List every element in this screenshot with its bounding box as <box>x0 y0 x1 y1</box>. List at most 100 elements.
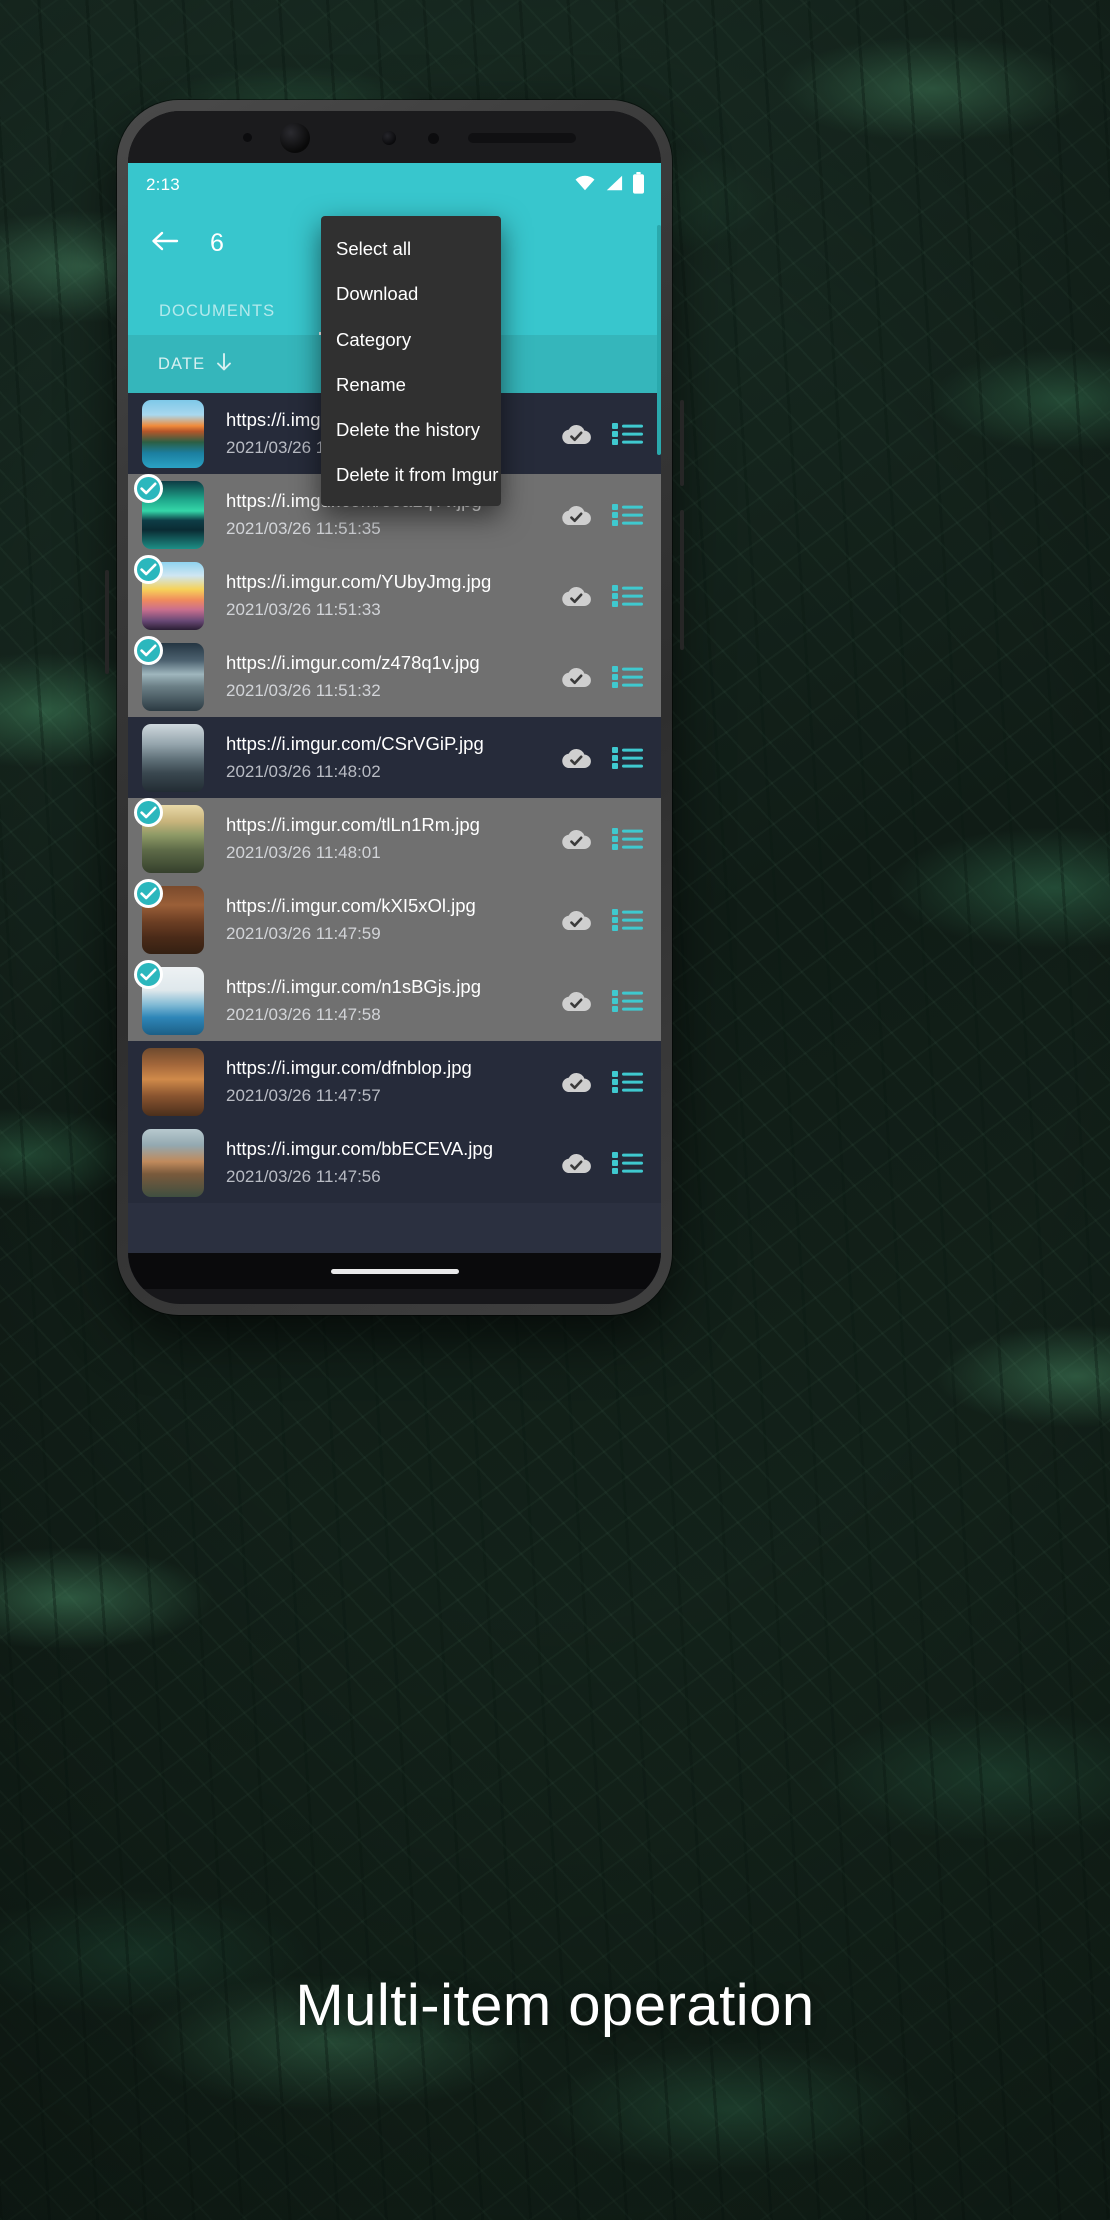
cloud-done-icon[interactable] <box>559 988 593 1014</box>
row-text: https://i.imgur.com/tlLn1Rm.jpg 2021/03/2… <box>226 814 559 863</box>
table-row[interactable]: https://i.imgur.com/n1sBGjs.jpg 2021/03/2… <box>128 959 661 1041</box>
list-icon[interactable] <box>611 420 645 448</box>
row-url: https://i.imgur.com/dfnblop.jpg <box>226 1057 472 1078</box>
cloud-done-icon[interactable] <box>559 745 593 771</box>
row-actions <box>559 663 651 691</box>
arrow-left-icon <box>151 229 179 258</box>
secondary-camera-icon <box>382 131 396 145</box>
table-row[interactable]: https://i.imgur.com/YUbyJmg.jpg 2021/03/2… <box>128 554 661 636</box>
volume-button[interactable] <box>680 510 684 650</box>
home-pill[interactable] <box>330 1268 459 1274</box>
status-bar: 2:13 <box>128 163 661 207</box>
back-button[interactable] <box>142 220 188 266</box>
check-icon[interactable] <box>134 797 163 827</box>
row-url: https://i.imgur.com/n1sBGjs.jpg <box>226 976 481 997</box>
tab-documents[interactable]: DOCUMENTS <box>133 302 301 335</box>
cloud-done-icon[interactable] <box>559 1150 593 1176</box>
earpiece-speaker <box>468 133 576 143</box>
table-row[interactable]: https://i.imgur.com/z478q1v.jpg 2021/03/2… <box>128 635 661 717</box>
row-actions <box>559 420 651 448</box>
cloud-done-icon[interactable] <box>559 907 593 933</box>
table-row[interactable]: https://i.imgur.com/CSrVGiP.jpg 2021/03/2… <box>128 717 661 798</box>
row-actions <box>559 825 651 853</box>
row-url: https://i.imgur.com/tlLn1Rm.jpg <box>226 814 480 835</box>
row-actions <box>559 744 651 772</box>
row-thumbnail-wrap[interactable] <box>142 723 204 792</box>
status-time: 2:13 <box>146 175 180 194</box>
check-icon[interactable] <box>134 635 163 665</box>
list-icon[interactable] <box>611 744 645 772</box>
row-text: https://i.imgur.com/kXI5xOl.jpg 2021/03/2… <box>226 895 559 944</box>
power-button[interactable] <box>680 400 684 486</box>
list-icon[interactable] <box>611 825 645 853</box>
table-row[interactable]: https://i.imgur.com/tlLn1Rm.jpg 2021/03/2… <box>128 797 661 879</box>
arrow-down-icon <box>215 352 233 377</box>
list-icon[interactable] <box>611 1149 645 1177</box>
cloud-done-icon[interactable] <box>559 826 593 852</box>
row-url: https://i.imgur.com/CSrVGiP.jpg <box>226 733 484 754</box>
phone-top-bezel <box>128 111 661 163</box>
check-icon[interactable] <box>134 473 163 503</box>
menu-item-select-all[interactable]: Select all <box>321 226 501 271</box>
overflow-menu[interactable]: Select all Download Category Rename Delete t… <box>321 216 501 506</box>
selection-count-title: 6 <box>210 228 224 257</box>
phone-device-frame: 2:13 6 DOCUMENTS DATE 2021/03/26 11:51:3… <box>105 100 684 1315</box>
table-row[interactable]: https://i.imgur.com/bbECEVA.jpg 2021/03/2… <box>128 1122 661 1203</box>
row-thumbnail-wrap[interactable] <box>134 878 204 954</box>
row-text: https://i.imgur.com/YUbyJmg.jpg 2021/03/2… <box>226 571 559 620</box>
row-actions <box>559 1068 651 1096</box>
promo-caption: Multi-item operation <box>295 1973 815 2038</box>
row-text: https://i.imgur.com/dfnblop.jpg 2021/03/2… <box>226 1057 559 1106</box>
list-icon[interactable] <box>611 663 645 691</box>
row-text: https://i.imgur.com/z478q1v.jpg 2021/03/2… <box>226 652 559 701</box>
battery-icon <box>632 171 645 199</box>
row-actions <box>559 987 651 1015</box>
row-actions <box>559 906 651 934</box>
row-thumbnail-wrap[interactable] <box>134 797 204 873</box>
row-text: https://i.imgur.com/n1sBGjs.jpg 2021/03/2… <box>226 976 559 1025</box>
row-thumbnail-wrap[interactable] <box>134 554 204 630</box>
row-thumbnail-wrap[interactable] <box>134 635 204 711</box>
row-url: https://i.imgur.com/bbECEVA.jpg <box>226 1138 493 1159</box>
check-icon[interactable] <box>134 878 163 908</box>
menu-item-rename[interactable]: Rename <box>321 362 501 407</box>
row-thumbnail-wrap[interactable] <box>142 1128 204 1197</box>
left-side-button[interactable] <box>105 570 109 674</box>
menu-item-category[interactable]: Category <box>321 317 501 362</box>
list-icon[interactable] <box>611 906 645 934</box>
cloud-done-icon[interactable] <box>559 583 593 609</box>
row-thumbnail-wrap[interactable] <box>142 1047 204 1116</box>
list-icon[interactable] <box>611 582 645 610</box>
row-actions <box>559 582 651 610</box>
check-icon[interactable] <box>134 959 163 989</box>
row-date: 2021/03/26 11:48:01 <box>226 843 381 862</box>
menu-scrollbar[interactable] <box>657 225 661 455</box>
system-navigation-bar <box>128 1253 661 1289</box>
row-thumbnail-wrap[interactable] <box>134 473 204 549</box>
row-thumbnail-wrap[interactable] <box>142 399 204 468</box>
list-icon[interactable] <box>611 1068 645 1096</box>
list-icon[interactable] <box>611 987 645 1015</box>
signal-icon <box>604 174 624 197</box>
cloud-done-icon[interactable] <box>559 1069 593 1095</box>
file-history-list[interactable]: https://i.imgur.com/cl4vQE9.jpg2021/03/2… <box>128 393 661 1203</box>
menu-item-delete-it-from-imgur[interactable]: Delete it from Imgur <box>321 452 501 497</box>
table-row[interactable]: https://i.imgur.com/dfnblop.jpg 2021/03/2… <box>128 1041 661 1122</box>
front-camera-icon <box>280 123 310 153</box>
check-icon[interactable] <box>134 554 163 584</box>
row-text: https://i.imgur.com/bbECEVA.jpg 2021/03/2… <box>226 1138 559 1187</box>
proximity-sensor-icon <box>428 133 439 144</box>
table-row[interactable]: https://i.imgur.com/kXI5xOl.jpg 2021/03/2… <box>128 878 661 960</box>
row-url: https://i.imgur.com/kXI5xOl.jpg <box>226 895 476 916</box>
menu-item-delete-the-history[interactable]: Delete the history <box>321 407 501 452</box>
cloud-done-icon[interactable] <box>559 502 593 528</box>
row-thumbnail-wrap[interactable] <box>134 959 204 1035</box>
cloud-done-icon[interactable] <box>559 664 593 690</box>
sensor-icon <box>243 133 252 142</box>
cloud-done-icon[interactable] <box>559 421 593 447</box>
row-date: 2021/03/26 11:47:57 <box>226 1086 381 1105</box>
row-date: 2021/03/26 11:47:59 <box>226 924 381 943</box>
list-icon[interactable] <box>611 501 645 529</box>
row-thumbnail <box>142 1047 204 1116</box>
menu-item-download[interactable]: Download <box>321 271 501 316</box>
